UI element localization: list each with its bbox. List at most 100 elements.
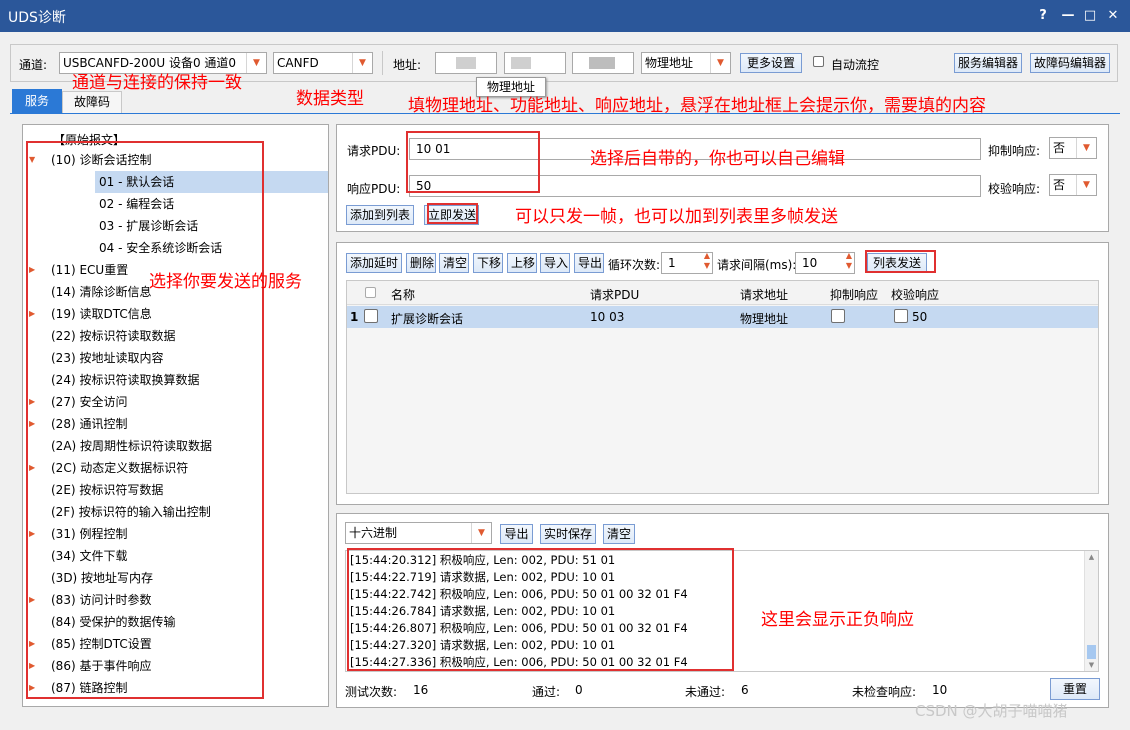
close-button[interactable]: ✕	[1103, 6, 1123, 26]
physical-address-input[interactable]	[435, 52, 497, 74]
response-pdu-label: 响应PDU:	[347, 182, 401, 196]
column-header-verify[interactable]: 校验响应	[891, 286, 939, 303]
loop-count-input[interactable]: 1 ▲ ▼	[661, 251, 713, 274]
annotation-box-services	[26, 141, 264, 699]
log-format-value: 十六进制	[349, 526, 398, 540]
loop-count-value: 1	[668, 256, 676, 270]
row-verify-checkbox[interactable]	[894, 309, 908, 323]
scroll-thumb[interactable]	[1087, 645, 1096, 659]
annotation-box-list-send	[865, 250, 936, 273]
divider	[382, 51, 383, 75]
column-header-name[interactable]: 名称	[391, 286, 415, 303]
address-mode-select[interactable]: 物理地址 ▼	[641, 52, 731, 74]
window-title: UDS诊断	[8, 10, 66, 26]
auto-flow-checkbox[interactable]	[813, 56, 824, 67]
test-count-value: 16	[413, 683, 429, 697]
reset-button[interactable]: 重置	[1050, 678, 1100, 700]
realtime-save-button[interactable]: 实时保存	[540, 524, 596, 544]
export-log-button[interactable]: 导出	[500, 524, 533, 544]
verify-label: 校验响应:	[988, 182, 1041, 196]
loop-count-label: 循环次数:	[608, 258, 661, 272]
column-header-suppress[interactable]: 抑制响应	[830, 286, 878, 303]
channel-label: 通道:	[19, 58, 48, 72]
send-list-table: 名称 请求PDU 请求地址 抑制响应 校验响应 1 扩展诊断会话 10 03 物…	[346, 280, 1099, 494]
move-up-button[interactable]: 上移	[507, 253, 537, 273]
clear-list-button[interactable]: 清空	[439, 253, 469, 273]
tab-dtc[interactable]: 故障码	[62, 91, 122, 113]
interval-label: 请求间隔(ms):	[717, 258, 797, 272]
row-pdu: 10 03	[590, 310, 625, 324]
title-bar: UDS诊断 ? — □ ✕	[0, 0, 1130, 32]
row-suppress-checkbox[interactable]	[831, 309, 845, 323]
row-name: 扩展诊断会话	[391, 312, 464, 326]
tab-service[interactable]: 服务	[12, 89, 62, 113]
row-checkbox[interactable]	[364, 309, 378, 323]
more-settings-button[interactable]: 更多设置	[740, 53, 802, 73]
suppress-label: 抑制响应:	[988, 144, 1041, 158]
annotation-pdu: 选择后自带的，你也可以自己编辑	[590, 149, 845, 169]
annotation-response: 这里会显示正负响应	[761, 610, 914, 630]
clear-log-button[interactable]: 清空	[603, 524, 635, 544]
spinner-icon[interactable]: ▲ ▼	[846, 251, 852, 271]
interval-input[interactable]: 10 ▲ ▼	[795, 251, 855, 274]
column-header-address[interactable]: 请求地址	[740, 286, 788, 303]
service-editor-button[interactable]: 服务编辑器	[954, 53, 1022, 73]
functional-address-input[interactable]	[504, 52, 566, 74]
annotation-send: 可以只发一帧，也可以加到列表里多帧发送	[515, 207, 838, 227]
unchecked-label: 未检查响应:	[852, 685, 917, 699]
import-button[interactable]: 导入	[540, 253, 570, 273]
select-all-checkbox[interactable]	[365, 287, 376, 298]
help-button[interactable]: ?	[1033, 6, 1053, 26]
verify-value: 否	[1053, 178, 1066, 192]
table-header: 名称 请求PDU 请求地址 抑制响应 校验响应	[347, 281, 1098, 305]
delete-button[interactable]: 删除	[406, 253, 436, 273]
verify-select[interactable]: 否 ▼	[1049, 174, 1097, 196]
chevron-down-icon: ▼	[1076, 138, 1096, 158]
annotation-box-log	[347, 548, 734, 671]
add-to-list-button[interactable]: 添加到列表	[346, 205, 414, 225]
chevron-down-icon: ▼	[1076, 175, 1096, 195]
minimize-button[interactable]: —	[1058, 6, 1078, 26]
send-list-panel: 添加延时 删除 清空 下移 上移 导入 导出 循环次数: 1 ▲ ▼ 请求间隔(m…	[336, 242, 1109, 505]
unchecked-value: 10	[932, 683, 948, 697]
redacted-value	[456, 57, 476, 69]
column-header-pdu[interactable]: 请求PDU	[590, 286, 639, 303]
redacted-value	[511, 57, 531, 69]
spinner-icon[interactable]: ▲ ▼	[704, 251, 710, 271]
request-pdu-label: 请求PDU:	[347, 144, 401, 158]
data-type-select[interactable]: CANFD ▼	[273, 52, 373, 74]
annotation-box-pdu	[406, 131, 540, 193]
dtc-editor-button[interactable]: 故障码编辑器	[1030, 53, 1110, 73]
auto-flow-label: 自动流控	[831, 58, 880, 72]
chevron-down-icon: ▼	[246, 53, 266, 73]
redacted-value	[589, 57, 615, 69]
scroll-up-icon[interactable]: ▲	[1085, 553, 1098, 561]
add-delay-button[interactable]: 添加延时	[346, 253, 402, 273]
row-address: 物理地址	[740, 312, 789, 326]
maximize-button[interactable]: □	[1080, 6, 1100, 26]
table-row[interactable]: 1 扩展诊断会话 10 03 物理地址 50	[347, 306, 1098, 328]
chevron-down-icon: ▼	[710, 53, 730, 73]
annotation-box-send	[427, 203, 478, 224]
interval-value: 10	[802, 256, 818, 270]
log-format-select[interactable]: 十六进制 ▼	[345, 522, 492, 544]
suppress-select[interactable]: 否 ▼	[1049, 137, 1097, 159]
export-list-button[interactable]: 导出	[574, 253, 604, 273]
annotation-address: 填物理地址、功能地址、响应地址，悬浮在地址框上会提示你，需要填的内容	[408, 96, 986, 116]
annotation-datatype: 数据类型	[296, 89, 364, 109]
annotation-service: 选择你要发送的服务	[149, 272, 302, 292]
chevron-down-icon: ▼	[471, 523, 491, 543]
annotation-channel: 通道与连接的保持一致	[72, 73, 242, 93]
move-down-button[interactable]: 下移	[473, 253, 503, 273]
scroll-down-icon[interactable]: ▼	[1085, 661, 1098, 669]
data-type-value: CANFD	[277, 56, 319, 70]
test-count-label: 测试次数:	[345, 685, 398, 699]
pass-value: 0	[575, 683, 583, 697]
row-verify-value: 50	[912, 310, 928, 324]
address-label: 地址:	[393, 58, 422, 72]
suppress-value: 否	[1053, 141, 1066, 155]
row-index: 1	[350, 310, 359, 324]
response-address-input[interactable]	[572, 52, 634, 74]
chevron-down-icon: ▼	[352, 53, 372, 73]
log-scrollbar[interactable]: ▲ ▼	[1084, 551, 1098, 671]
